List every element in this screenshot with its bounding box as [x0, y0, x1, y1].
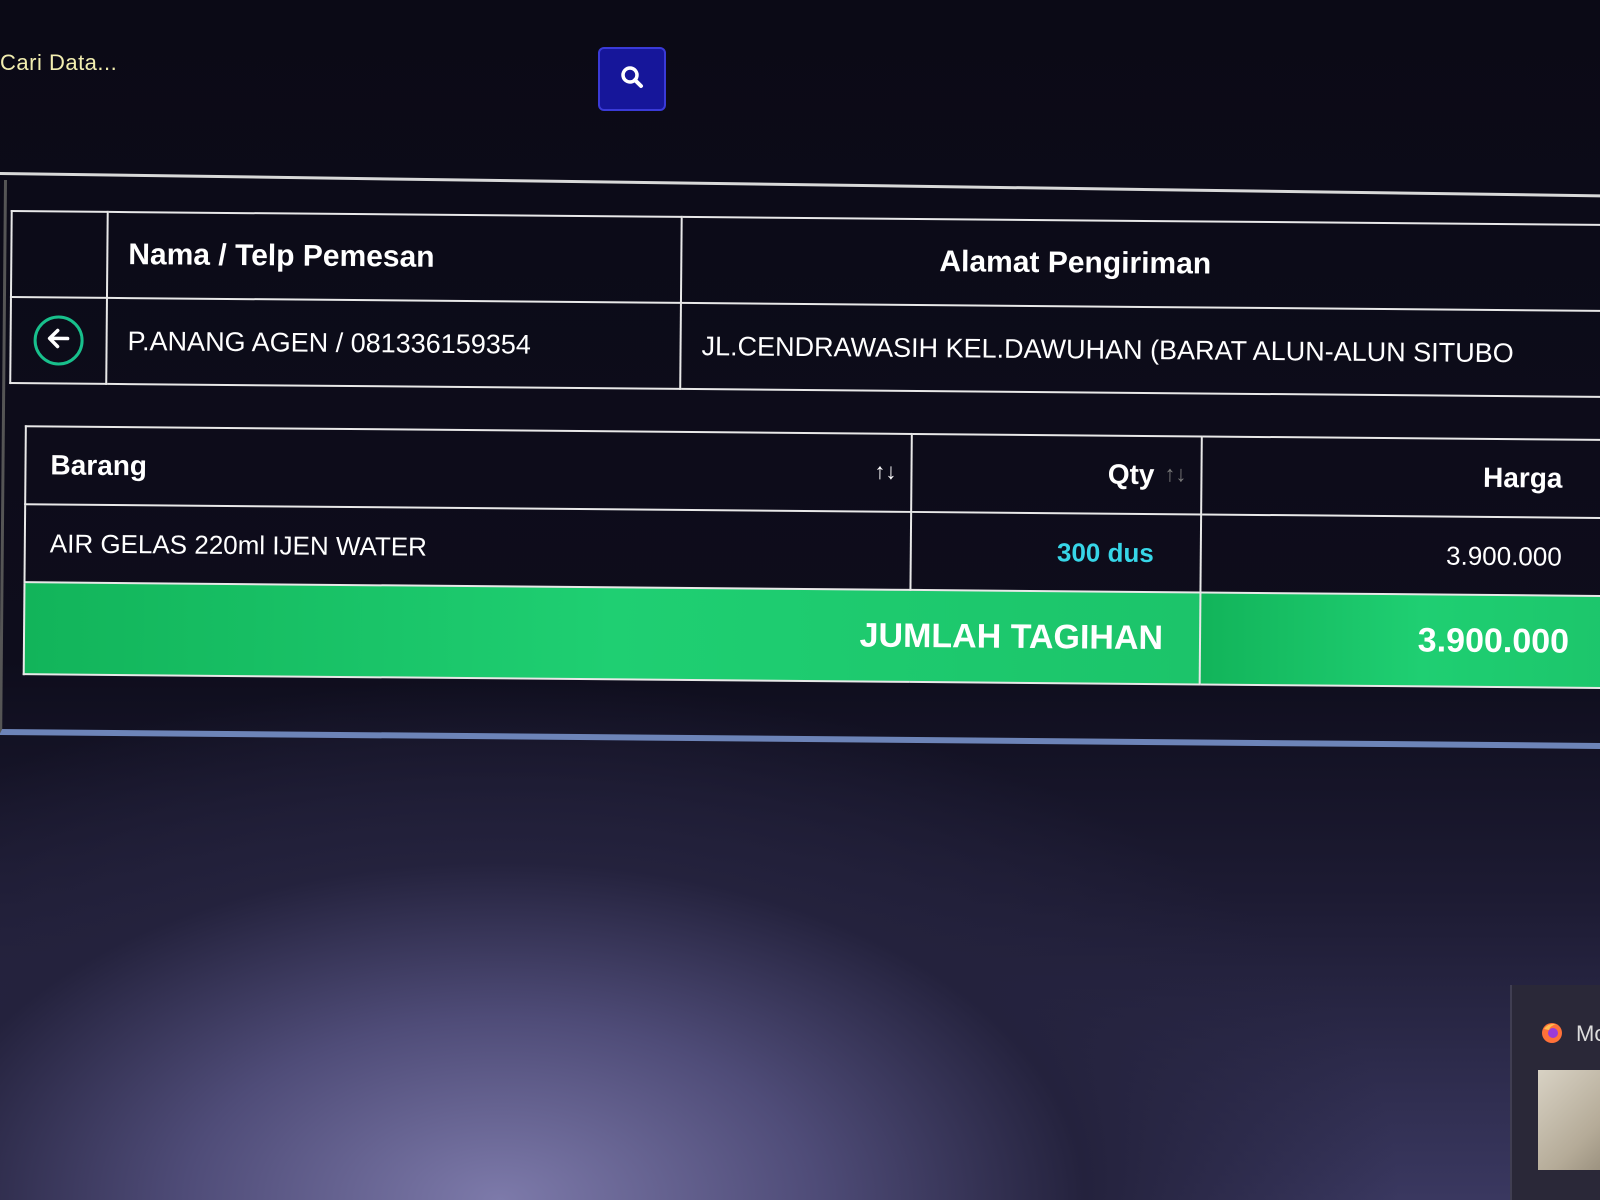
- search-icon: [619, 64, 645, 95]
- item-barang: AIR GELAS 220ml IJEN WATER: [24, 504, 912, 590]
- header-qty-label: Qty: [1107, 458, 1155, 491]
- header-qty[interactable]: Qty ↑↓: [911, 433, 1202, 515]
- order-header-icon-cell: [10, 211, 108, 298]
- preview-thumbnail: [1538, 1070, 1600, 1170]
- search-label: Cari Data...: [0, 50, 118, 75]
- item-harga: 3.900.000: [1200, 514, 1600, 597]
- order-name-phone: P.ANANG AGEN / 081336159354: [106, 297, 681, 389]
- header-harga: Harga: [1201, 436, 1600, 519]
- header-barang[interactable]: Barang ↑↓: [25, 426, 912, 512]
- item-qty-value: 300 dus: [1056, 536, 1154, 568]
- total-value: 3.900.000: [1199, 592, 1600, 689]
- item-qty: 300 dus: [910, 511, 1202, 593]
- items-table: Barang ↑↓ Qty ↑↓ Harga AIR GELAS 220ml I…: [23, 425, 1600, 689]
- table-row: AIR GELAS 220ml IJEN WATER 300 dus 3.900…: [24, 504, 1600, 597]
- back-button[interactable]: [33, 315, 84, 366]
- sort-icon[interactable]: ↑↓: [874, 459, 896, 485]
- total-row: JUMLAH TAGIHAN 3.900.000: [23, 582, 1600, 689]
- order-header-row: Nama / Telp Pemesan Alamat Pengiriman: [10, 211, 1600, 312]
- order-icon-cell: [10, 297, 107, 384]
- sort-icon[interactable]: ↑↓: [1164, 461, 1186, 487]
- order-row: P.ANANG AGEN / 081336159354 JL.CENDRAWAS…: [10, 297, 1600, 398]
- header-name-phone: Nama / Telp Pemesan: [106, 211, 682, 303]
- order-panel: Nama / Telp Pemesan Alamat Pengiriman P.: [0, 180, 1600, 750]
- taskbar-preview-title: Mo: [1576, 1021, 1600, 1046]
- order-table: Nama / Telp Pemesan Alamat Pengiriman P.: [9, 210, 1600, 398]
- header-barang-label: Barang: [50, 449, 148, 482]
- arrow-left-icon: [45, 325, 71, 356]
- firefox-icon: [1540, 1021, 1564, 1050]
- header-address: Alamat Pengiriman: [680, 216, 1600, 312]
- screen: Cari Data... Nama / Telp Pemesan Alamat …: [0, 0, 1600, 1200]
- search-button[interactable]: [598, 47, 666, 111]
- total-label: JUMLAH TAGIHAN: [23, 582, 1201, 685]
- order-address: JL.CENDRAWASIH KEL.DAWUHAN (BARAT ALUN-A…: [680, 302, 1600, 398]
- taskbar-preview[interactable]: Mo: [1510, 985, 1600, 1200]
- items-header-row: Barang ↑↓ Qty ↑↓ Harga: [25, 426, 1600, 519]
